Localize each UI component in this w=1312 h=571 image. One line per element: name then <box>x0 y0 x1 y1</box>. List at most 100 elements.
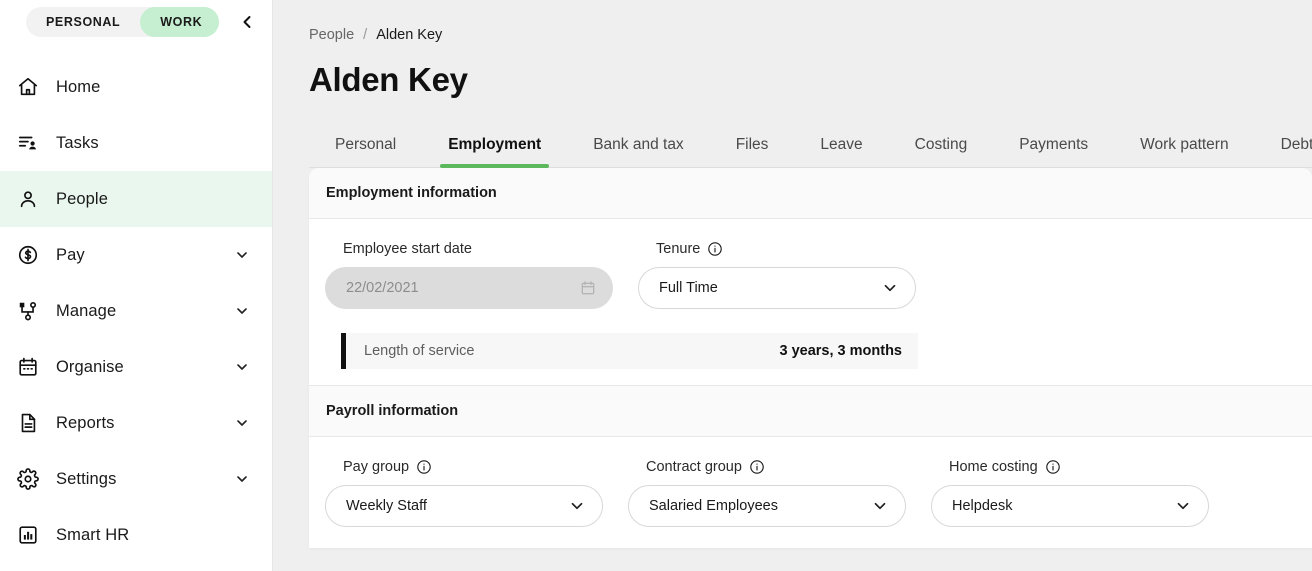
chevron-down-icon[interactable] <box>234 247 250 263</box>
bar-chart-icon <box>12 521 44 549</box>
chevron-down-icon[interactable] <box>234 415 250 431</box>
sidebar-item-smart-hr[interactable]: Smart HR <box>0 507 272 563</box>
tabs-container: Personal Employment Bank and tax Files L… <box>309 123 1312 168</box>
info-icon[interactable] <box>749 459 765 475</box>
chevron-down-icon[interactable] <box>234 359 250 375</box>
tab-leave[interactable]: Leave <box>794 122 888 167</box>
tab-bank-and-tax[interactable]: Bank and tax <box>567 122 709 167</box>
employment-information-body: Employee start date 22/02/2021 Tenure Fu… <box>309 219 1312 385</box>
chevron-down-icon[interactable] <box>234 303 250 319</box>
tenure-select[interactable]: Full Time <box>638 267 916 309</box>
chevron-left-icon <box>243 16 251 28</box>
sidebar-item-label: People <box>56 189 108 208</box>
person-icon <box>12 185 44 213</box>
home-costing-label: Home costing <box>931 459 1209 475</box>
employee-start-date-input: 22/02/2021 <box>325 267 613 309</box>
home-costing-label-text: Home costing <box>949 459 1038 475</box>
employee-start-date-label: Employee start date <box>343 241 472 257</box>
sidebar-item-label: Tasks <box>56 133 99 152</box>
contract-group-label-text: Contract group <box>646 459 742 475</box>
breadcrumb-people-link[interactable]: People <box>309 27 354 43</box>
tab-debt[interactable]: Debt <box>1255 122 1312 167</box>
chevron-down-icon[interactable] <box>1174 497 1192 515</box>
employment-fields-row: Employee start date 22/02/2021 Tenure Fu… <box>325 241 1312 309</box>
home-icon <box>12 73 44 101</box>
dollar-circle-icon <box>12 241 44 269</box>
contract-group-select[interactable]: Salaried Employees <box>628 485 906 527</box>
tab-bar: Personal Employment Bank and tax Files L… <box>309 123 1312 168</box>
pay-group-select[interactable]: Weekly Staff <box>325 485 603 527</box>
sidebar-item-people[interactable]: People <box>0 171 272 227</box>
tab-employment[interactable]: Employment <box>422 122 567 168</box>
length-of-service-banner: Length of service 3 years, 3 months <box>341 333 918 369</box>
sidebar-item-home[interactable]: Home <box>0 59 272 115</box>
breadcrumb: People / Alden Key <box>273 0 1312 43</box>
context-toggle[interactable]: PERSONAL WORK <box>26 7 219 37</box>
tab-payments[interactable]: Payments <box>993 122 1114 167</box>
sidebar: PERSONAL WORK Home Tasks People Pay Mana… <box>0 0 273 571</box>
home-costing-field: Home costing Helpdesk <box>931 459 1209 527</box>
pay-group-field: Pay group Weekly Staff <box>325 459 603 527</box>
main-content: People / Alden Key Alden Key Personal Em… <box>273 0 1312 571</box>
info-icon[interactable] <box>707 241 723 257</box>
calendar-icon <box>580 280 596 296</box>
info-icon[interactable] <box>416 459 432 475</box>
tasks-icon <box>12 129 44 157</box>
employee-start-date-field: Employee start date 22/02/2021 <box>325 241 613 309</box>
sidebar-item-settings[interactable]: Settings <box>0 451 272 507</box>
chevron-down-icon[interactable] <box>568 497 586 515</box>
sidebar-header: PERSONAL WORK <box>0 0 272 43</box>
page-title: Alden Key <box>309 61 468 98</box>
home-costing-select[interactable]: Helpdesk <box>931 485 1209 527</box>
sidebar-item-label: Pay <box>56 245 85 264</box>
toggle-work[interactable]: WORK <box>140 7 219 37</box>
sidebar-item-tasks[interactable]: Tasks <box>0 115 272 171</box>
contract-group-field: Contract group Salaried Employees <box>628 459 906 527</box>
sidebar-item-label: Settings <box>56 469 117 488</box>
sidebar-collapse-button[interactable] <box>233 7 262 37</box>
breadcrumb-separator: / <box>363 27 368 43</box>
tenure-field: Tenure Full Time <box>638 241 916 309</box>
employment-card: Employment information Employee start da… <box>309 168 1312 548</box>
info-icon[interactable] <box>1045 459 1061 475</box>
sidebar-item-organise[interactable]: Organise <box>0 339 272 395</box>
payroll-information-header: Payroll information <box>309 386 1312 437</box>
contract-group-value: Salaried Employees <box>649 498 778 514</box>
tenure-value: Full Time <box>659 280 718 296</box>
home-costing-value: Helpdesk <box>952 498 1013 514</box>
chevron-down-icon[interactable] <box>234 471 250 487</box>
sidebar-item-label: Organise <box>56 357 124 376</box>
document-icon <box>12 409 44 437</box>
pay-group-label-text: Pay group <box>343 459 410 475</box>
pay-group-value: Weekly Staff <box>346 498 427 514</box>
sidebar-item-label: Home <box>56 77 101 96</box>
toggle-personal[interactable]: PERSONAL <box>26 7 140 37</box>
sidebar-item-reports[interactable]: Reports <box>0 395 272 451</box>
sidebar-item-label: Reports <box>56 413 115 432</box>
sidebar-item-pay[interactable]: Pay <box>0 227 272 283</box>
length-of-service-value: 3 years, 3 months <box>779 343 903 359</box>
sidebar-item-label: Smart HR <box>56 525 130 544</box>
sidebar-item-manage[interactable]: Manage <box>0 283 272 339</box>
calendar-icon <box>12 353 44 381</box>
gear-icon <box>12 465 44 493</box>
tab-personal[interactable]: Personal <box>309 122 422 167</box>
tab-work-pattern[interactable]: Work pattern <box>1114 122 1254 167</box>
tenure-label-text: Tenure <box>656 241 701 257</box>
org-chart-icon <box>12 297 44 325</box>
breadcrumb-current: Alden Key <box>376 27 443 43</box>
pay-group-label: Pay group <box>325 459 603 475</box>
length-of-service-label: Length of service <box>364 343 475 359</box>
chevron-down-icon[interactable] <box>871 497 889 515</box>
employment-information-header: Employment information <box>309 168 1312 219</box>
tenure-label: Tenure <box>638 241 916 257</box>
employee-start-date-value: 22/02/2021 <box>346 280 419 296</box>
contract-group-label: Contract group <box>628 459 906 475</box>
app-root: PERSONAL WORK Home Tasks People Pay Mana… <box>0 0 1312 571</box>
sidebar-nav: Home Tasks People Pay Manage Organise Re… <box>0 59 272 563</box>
sidebar-item-label: Manage <box>56 301 117 320</box>
chevron-down-icon[interactable] <box>881 279 899 297</box>
tab-costing[interactable]: Costing <box>889 122 994 167</box>
tab-files[interactable]: Files <box>710 122 795 167</box>
payroll-fields-row: Pay group Weekly Staff Contract group Sa… <box>325 459 1312 527</box>
